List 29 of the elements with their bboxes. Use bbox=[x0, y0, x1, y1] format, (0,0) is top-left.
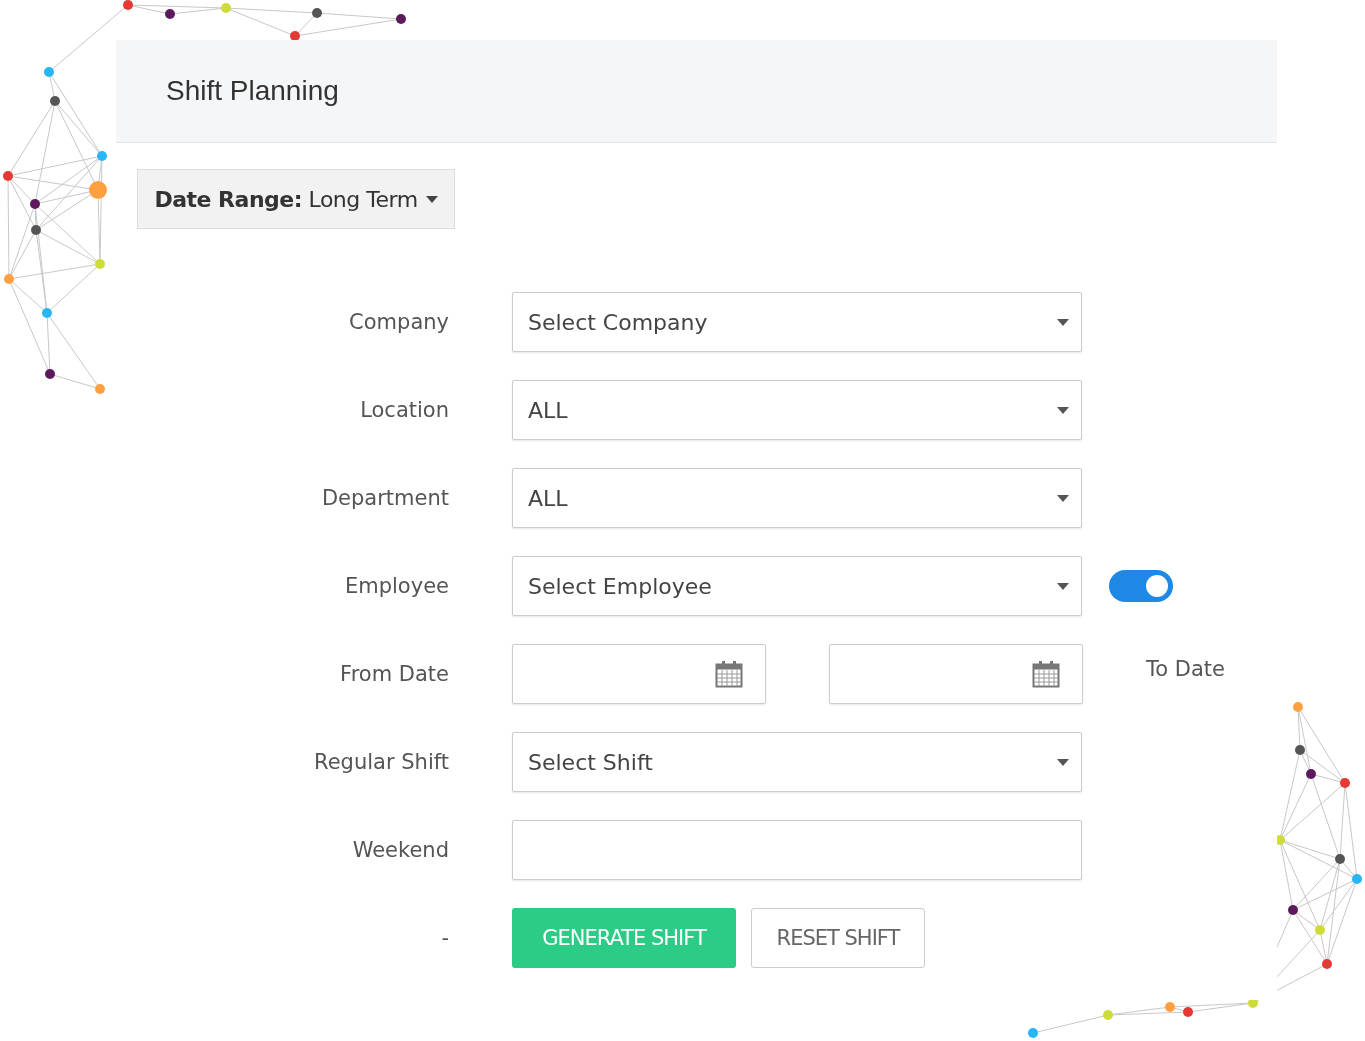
field-label: From Date bbox=[339, 662, 449, 686]
caret-icon bbox=[1057, 406, 1069, 414]
select-field[interactable]: ALL bbox=[512, 468, 1082, 528]
caret-icon bbox=[1057, 582, 1069, 590]
page-title: Shift Planning bbox=[166, 75, 339, 107]
field-label: Location bbox=[359, 398, 449, 422]
field-label: To Date bbox=[1146, 657, 1225, 681]
select-field[interactable]: ALL bbox=[512, 380, 1082, 440]
date-field[interactable] bbox=[829, 644, 1083, 704]
toggle-switch[interactable] bbox=[1109, 570, 1173, 602]
date-range-dropdown[interactable]: Date Range: Long Term bbox=[137, 169, 455, 229]
field-label: - bbox=[440, 926, 449, 950]
select-field[interactable]: Select Company bbox=[512, 292, 1082, 352]
field-label: Company bbox=[348, 310, 449, 334]
caret-icon bbox=[1057, 318, 1069, 326]
caret-icon bbox=[1057, 494, 1069, 502]
calendar-icon bbox=[715, 660, 743, 688]
calendar-icon bbox=[1032, 660, 1060, 688]
field-label: Employee bbox=[344, 574, 449, 598]
reset-button[interactable]: RESET SHIFT bbox=[751, 908, 925, 968]
text-field[interactable] bbox=[512, 820, 1082, 880]
select-field[interactable]: Select Employee bbox=[512, 556, 1082, 616]
field-label: Department bbox=[320, 486, 449, 510]
caret-icon bbox=[425, 195, 438, 203]
select-field[interactable]: Select Shift bbox=[512, 732, 1082, 792]
field-label: Weekend bbox=[351, 838, 449, 862]
date-field[interactable] bbox=[512, 644, 766, 704]
caret-icon bbox=[1057, 758, 1069, 766]
field-label: Regular Shift bbox=[313, 750, 449, 774]
